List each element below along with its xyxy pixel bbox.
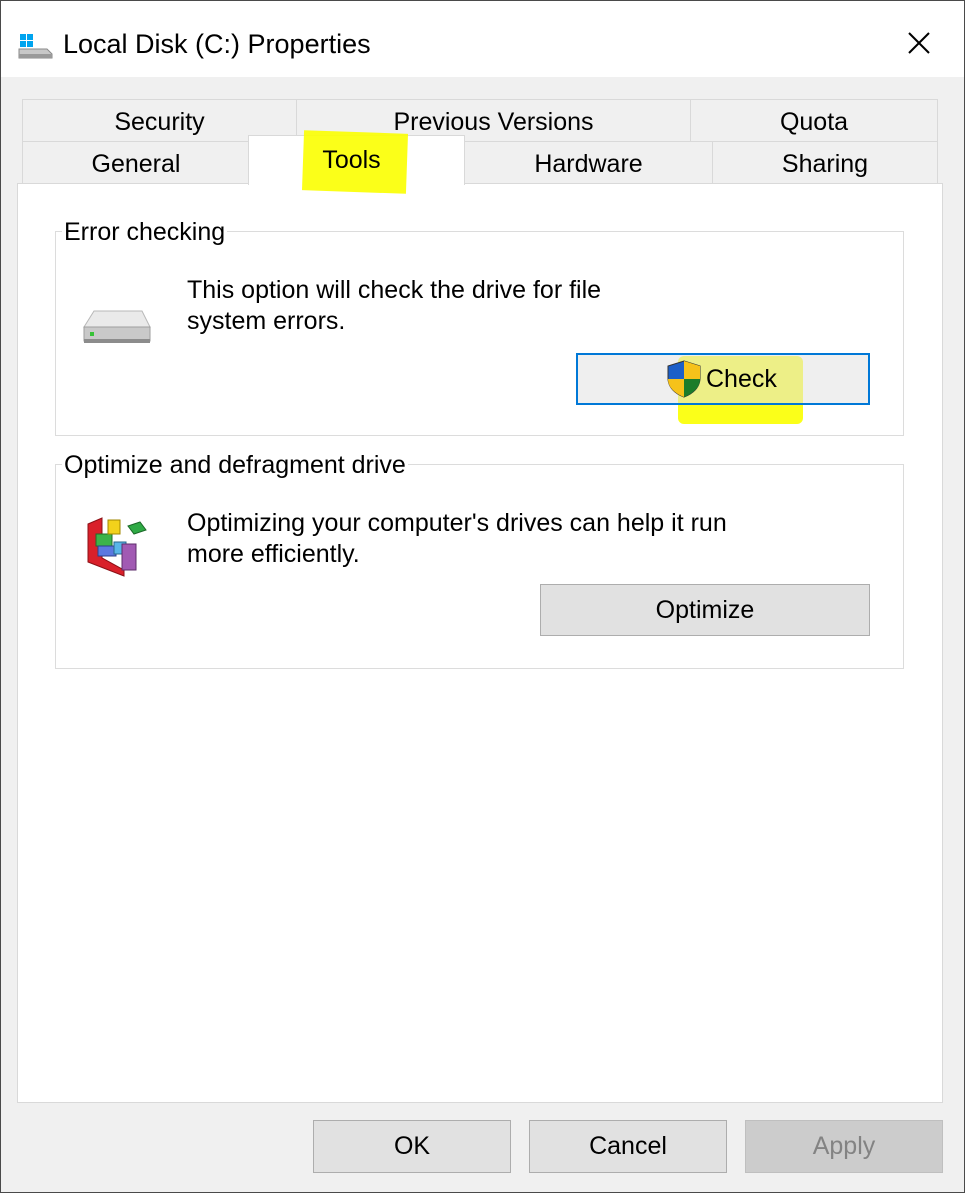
ok-button[interactable]: OK <box>313 1120 511 1173</box>
close-icon <box>908 32 930 54</box>
drive-icon <box>18 34 53 59</box>
uac-shield-icon <box>667 360 701 398</box>
title-bar: Local Disk (C:) Properties <box>1 1 964 77</box>
optimize-button[interactable]: Optimize <box>540 584 870 636</box>
apply-label: Apply <box>812 1132 876 1160</box>
tab-label: Sharing <box>781 150 869 178</box>
hard-drive-icon <box>83 310 151 343</box>
optimize-description-line2: more efficiently. <box>187 540 360 568</box>
check-label: Check <box>706 365 777 393</box>
optimize-description-line1: Optimizing your computer's drives can he… <box>187 509 727 537</box>
tab-tools[interactable]: Tools <box>248 130 465 194</box>
tab-hardware[interactable]: Hardware <box>464 141 713 184</box>
properties-window: Local Disk (C:) Properties Security Prev… <box>0 0 965 1193</box>
cancel-button[interactable]: Cancel <box>529 1120 727 1173</box>
optimize-label: Optimize <box>655 596 755 624</box>
tab-quota[interactable]: Quota <box>690 99 938 143</box>
close-button[interactable] <box>891 21 947 65</box>
tools-panel: Error checking This option will check th… <box>17 183 943 1103</box>
tab-label: Tools <box>322 146 381 174</box>
tab-general[interactable]: General <box>22 141 250 184</box>
optimize-title: Optimize and defragment drive <box>62 450 408 480</box>
tab-label: Quota <box>779 108 849 136</box>
ok-label: OK <box>393 1132 431 1160</box>
tab-label: Security <box>114 108 205 136</box>
check-button[interactable]: Check <box>576 353 870 405</box>
optimize-group <box>55 464 904 669</box>
error-checking-description-line1: This option will check the drive for fil… <box>187 276 602 304</box>
error-checking-title: Error checking <box>62 217 228 247</box>
tab-label: General <box>91 150 181 178</box>
tab-sharing[interactable]: Sharing <box>712 141 938 184</box>
apply-button[interactable]: Apply <box>745 1120 943 1173</box>
defragment-icon <box>87 517 147 577</box>
window-title: Local Disk (C:) Properties <box>63 29 371 59</box>
tab-label: Hardware <box>534 150 643 178</box>
cancel-label: Cancel <box>589 1132 667 1160</box>
error-checking-description-line2: system errors. <box>187 307 346 335</box>
